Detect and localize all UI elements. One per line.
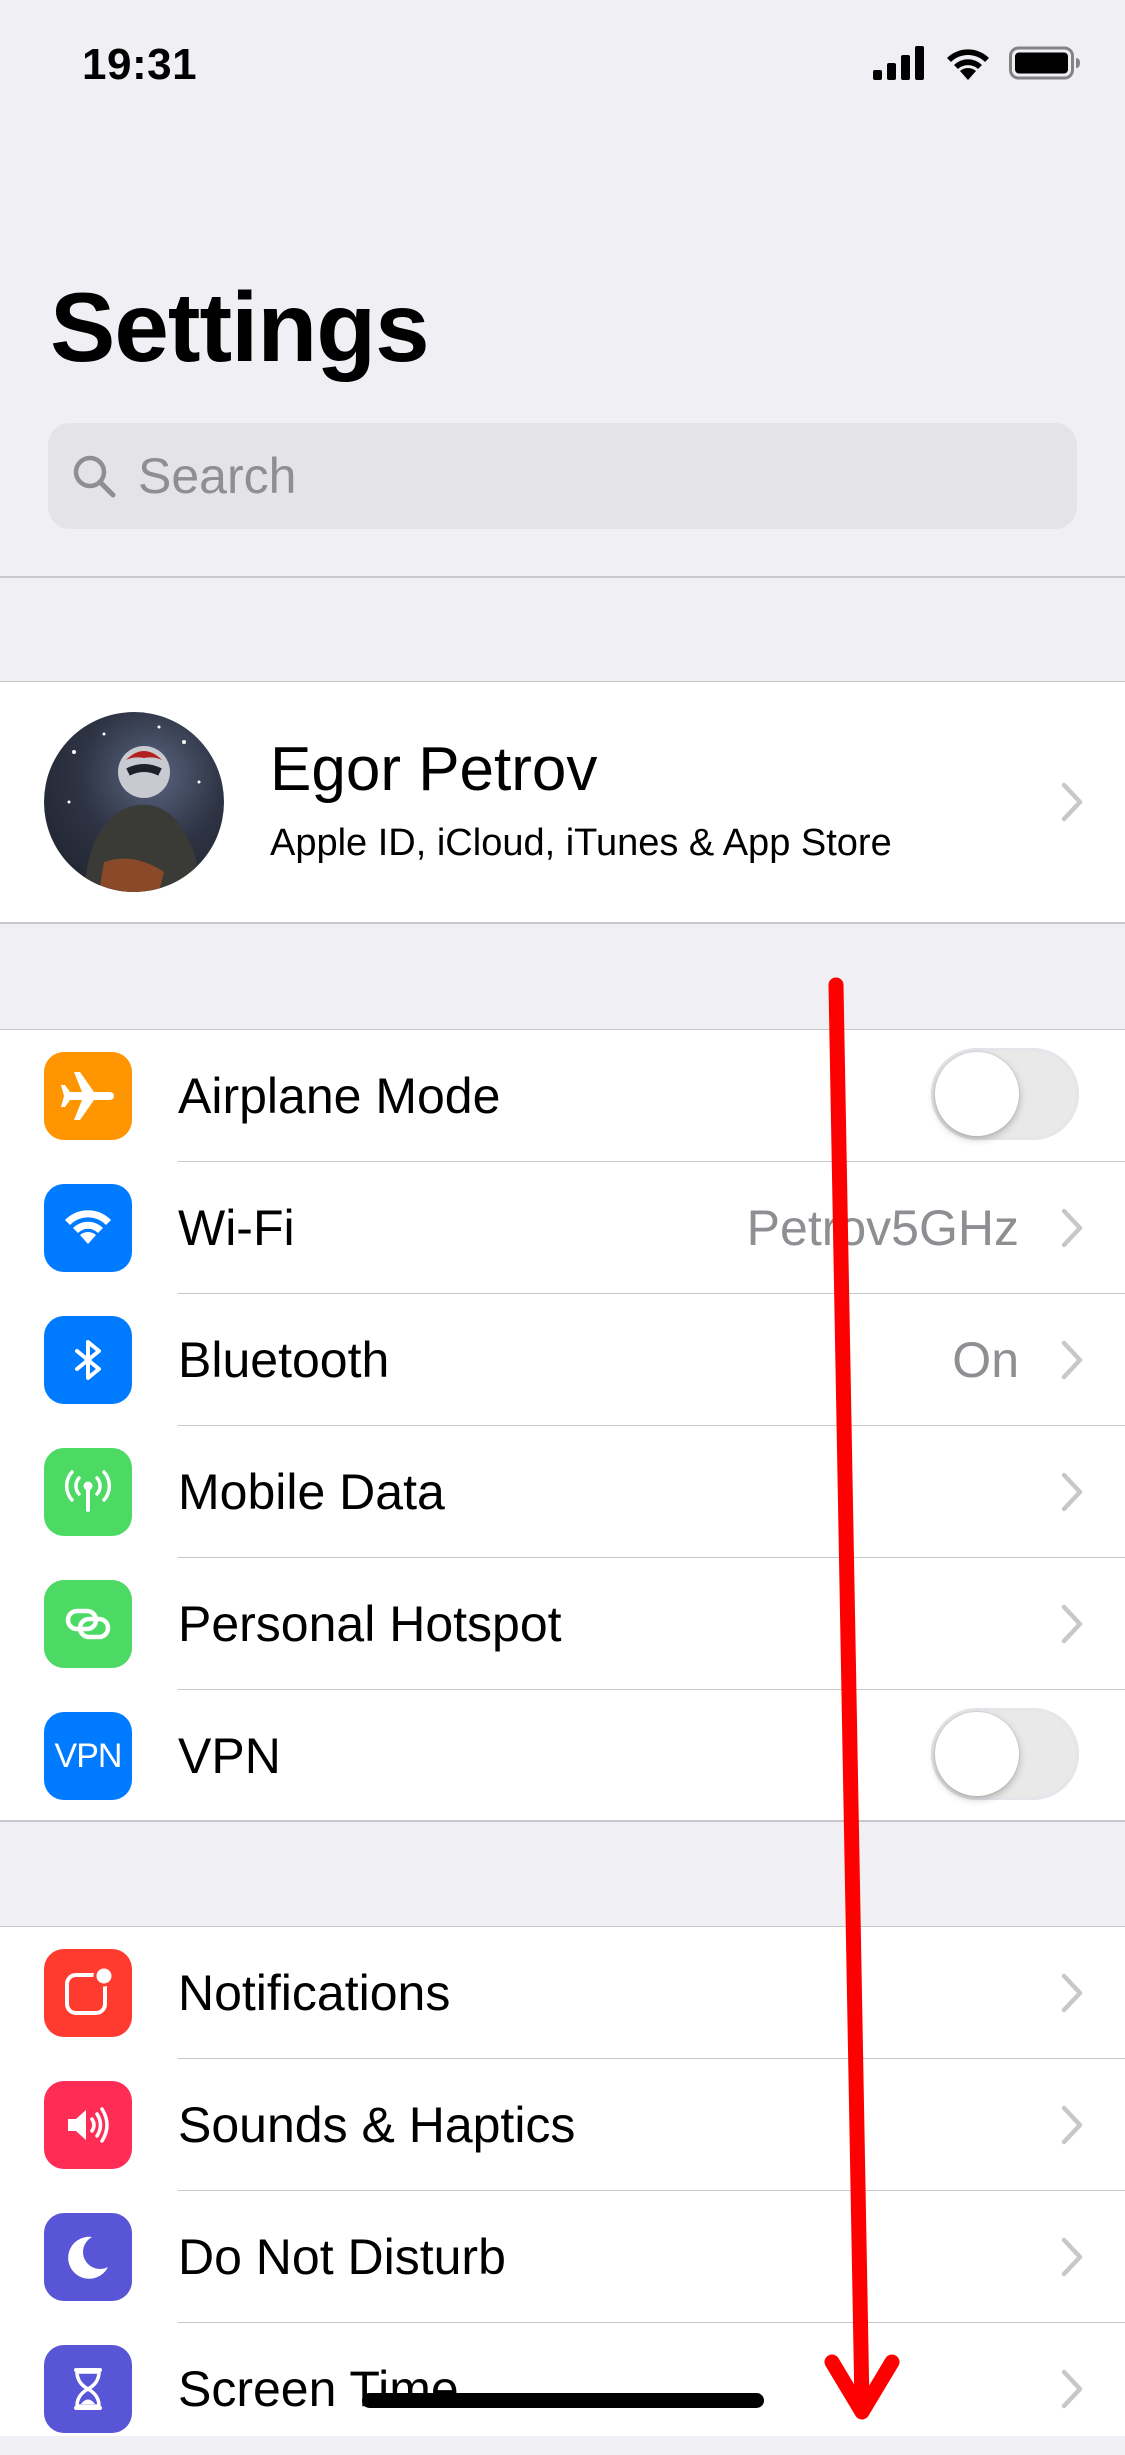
settings-row-notifications[interactable]: Notifications xyxy=(0,1927,1125,2059)
settings-row-mobile-data[interactable]: Mobile Data xyxy=(0,1426,1125,1558)
row-label: VPN xyxy=(178,1728,281,1784)
airplane-icon xyxy=(44,1052,132,1140)
moon-icon xyxy=(44,2213,132,2301)
row-label: Notifications xyxy=(178,1965,451,2021)
divider xyxy=(0,1820,1125,1822)
page-title: Settings xyxy=(50,272,430,382)
antenna-icon xyxy=(44,1448,132,1536)
bluetooth-icon xyxy=(44,1316,132,1404)
chevron-right-icon xyxy=(1061,1340,1083,1380)
chevron-right-icon xyxy=(1061,1472,1083,1512)
row-label: Sounds & Haptics xyxy=(178,2097,576,2153)
settings-row-sounds-haptics[interactable]: Sounds & Haptics xyxy=(0,2059,1125,2191)
search-bar[interactable] xyxy=(48,423,1077,529)
chevron-right-icon xyxy=(1061,1973,1083,2013)
settings-row-do-not-disturb[interactable]: Do Not Disturb xyxy=(0,2191,1125,2323)
bluetooth-status: On xyxy=(952,1332,1019,1388)
chevron-right-icon xyxy=(1061,2369,1083,2409)
row-label: Wi-Fi xyxy=(178,1200,295,1256)
row-label: Do Not Disturb xyxy=(178,2229,506,2285)
status-time: 19:31 xyxy=(82,40,198,89)
search-icon xyxy=(70,452,118,500)
apple-id-profile-row[interactable]: Egor Petrov Apple ID, iCloud, iTunes & A… xyxy=(0,682,1125,922)
profile-subtitle: Apple ID, iCloud, iTunes & App Store xyxy=(270,822,892,864)
settings-row-screen-time[interactable]: Screen Time xyxy=(0,2323,1125,2455)
battery-icon xyxy=(1009,46,1080,80)
status-bar: 19:31 xyxy=(0,0,1125,140)
profile-name: Egor Petrov xyxy=(270,735,598,804)
airplane-mode-toggle[interactable] xyxy=(931,1048,1079,1140)
toggle-knob xyxy=(935,1712,1019,1796)
home-indicator[interactable] xyxy=(362,2393,764,2408)
status-icons xyxy=(873,46,1081,80)
chevron-right-icon xyxy=(1061,2237,1083,2277)
settings-row-wifi[interactable]: Wi-Fi Petrov5GHz xyxy=(0,1162,1125,1294)
settings-row-personal-hotspot[interactable]: Personal Hotspot xyxy=(0,1558,1125,1690)
speaker-icon xyxy=(44,2081,132,2169)
system-group: Notifications Sounds & Haptics Do Not Di… xyxy=(0,1927,1125,2436)
hourglass-icon xyxy=(44,2345,132,2433)
divider xyxy=(0,922,1125,924)
vpn-toggle[interactable] xyxy=(931,1708,1079,1800)
chevron-right-icon xyxy=(1061,1208,1083,1248)
chevron-right-icon xyxy=(1061,2105,1083,2145)
wifi-icon xyxy=(44,1184,132,1272)
divider xyxy=(0,576,1125,578)
wifi-signal-icon xyxy=(947,49,989,80)
vpn-icon-text: VPN xyxy=(54,1736,123,1775)
row-label: Airplane Mode xyxy=(178,1068,501,1124)
row-label: Personal Hotspot xyxy=(178,1596,562,1652)
row-label: Screen Time xyxy=(178,2361,459,2417)
settings-row-airplane-mode[interactable]: Airplane Mode xyxy=(0,1030,1125,1162)
chevron-right-icon xyxy=(1061,1604,1083,1644)
row-label: Mobile Data xyxy=(178,1464,445,1520)
settings-row-vpn[interactable]: VPN VPN xyxy=(0,1690,1125,1822)
connectivity-group: Airplane Mode Wi-Fi Petrov5GHz Bluetooth… xyxy=(0,1030,1125,1820)
vpn-icon: VPN xyxy=(44,1712,132,1800)
row-label: Bluetooth xyxy=(178,1332,390,1388)
hotspot-icon xyxy=(44,1580,132,1668)
toggle-knob xyxy=(935,1052,1019,1136)
settings-row-bluetooth[interactable]: Bluetooth On xyxy=(0,1294,1125,1426)
notifications-icon xyxy=(44,1949,132,2037)
avatar xyxy=(44,712,224,892)
cellular-signal-icon xyxy=(873,46,924,80)
wifi-network-name: Petrov5GHz xyxy=(746,1200,1019,1256)
search-input[interactable] xyxy=(136,446,1040,506)
chevron-right-icon xyxy=(1061,782,1083,822)
